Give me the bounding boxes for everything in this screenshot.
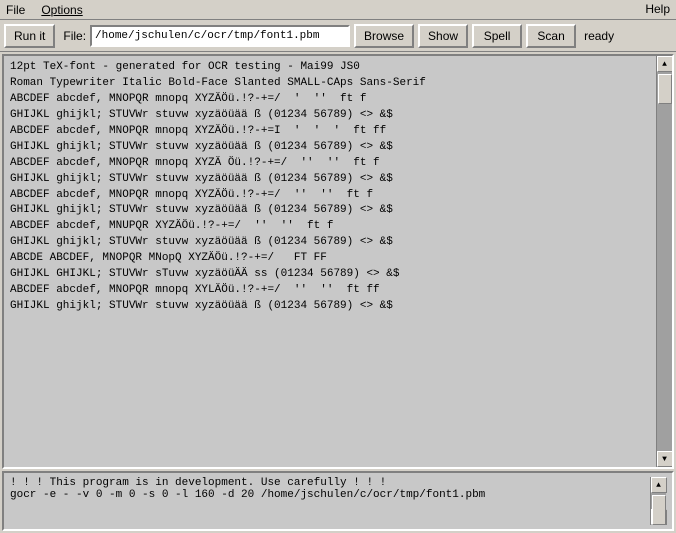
file-label: File: xyxy=(63,29,86,43)
spell-button[interactable]: Spell xyxy=(472,24,522,48)
menubar-left: File Options xyxy=(4,3,85,17)
status-scroll-up[interactable]: ▲ xyxy=(651,477,667,493)
scroll-thumb[interactable] xyxy=(658,74,672,104)
scroll-up-button[interactable]: ▲ xyxy=(657,56,673,72)
menubar: File Options Help xyxy=(0,0,676,20)
menu-options[interactable]: Options xyxy=(39,3,84,17)
status-bar-content: ! ! ! This program is in development. Us… xyxy=(10,477,666,525)
scroll-track[interactable] xyxy=(657,72,672,451)
text-content[interactable]: 12pt TeX-font - generated for OCR testin… xyxy=(4,56,656,467)
menu-file[interactable]: File xyxy=(4,3,27,17)
status-bar-text: ! ! ! This program is in development. Us… xyxy=(10,477,650,525)
main-content: 12pt TeX-font - generated for OCR testin… xyxy=(0,52,676,533)
show-button[interactable]: Show xyxy=(418,24,468,48)
text-display-area: 12pt TeX-font - generated for OCR testin… xyxy=(2,54,674,469)
scroll-down-button[interactable]: ▼ xyxy=(657,451,673,467)
menu-help[interactable]: Help xyxy=(643,2,672,17)
status-bar: ! ! ! This program is in development. Us… xyxy=(2,471,674,531)
status-line1: ! ! ! This program is in development. Us… xyxy=(10,477,650,489)
status-scrollbar: ▲ ▼ xyxy=(650,477,666,525)
status-scroll-track[interactable] xyxy=(651,493,666,509)
file-path-input[interactable] xyxy=(90,25,350,47)
vertical-scrollbar: ▲ ▼ xyxy=(656,56,672,467)
toolbar: Run it File: Browse Show Spell Scan read… xyxy=(0,20,676,52)
scan-button[interactable]: Scan xyxy=(526,24,576,48)
run-button[interactable]: Run it xyxy=(4,24,55,48)
status-line2: gocr -e - -v 0 -m 0 -s 0 -l 160 -d 20 /h… xyxy=(10,489,650,501)
browse-button[interactable]: Browse xyxy=(354,24,414,48)
text-lines: 12pt TeX-font - generated for OCR testin… xyxy=(10,60,650,315)
status-label: ready xyxy=(584,29,614,43)
status-scroll-thumb[interactable] xyxy=(652,495,666,525)
